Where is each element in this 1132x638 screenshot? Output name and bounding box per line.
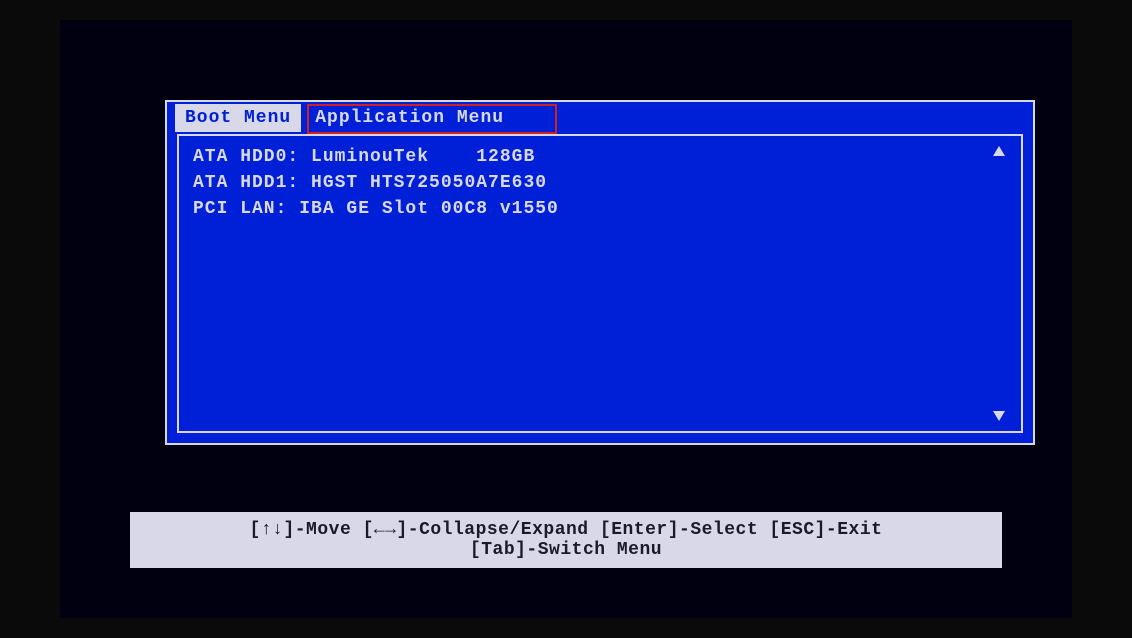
help-bar: [↑↓]-Move [←→]-Collapse/Expand [Enter]-S…	[130, 512, 1002, 568]
bios-window: Boot Menu Application Menu ATA HDD0: Lum…	[165, 100, 1035, 445]
scroll-down-icon[interactable]	[993, 411, 1005, 421]
boot-item-pci-lan[interactable]: PCI LAN: IBA GE Slot 00C8 v1550	[193, 196, 991, 222]
boot-item-ata-hdd0[interactable]: ATA HDD0: LuminouTek 128GB	[193, 144, 991, 170]
boot-device-list: ATA HDD0: LuminouTek 128GB ATA HDD1: HGS…	[193, 144, 991, 423]
boot-item-ata-hdd1[interactable]: ATA HDD1: HGST HTS725050A7E630	[193, 170, 991, 196]
tab-row: Boot Menu Application Menu	[167, 102, 1033, 132]
scrollbar[interactable]	[991, 144, 1007, 423]
boot-device-pane: ATA HDD0: LuminouTek 128GB ATA HDD1: HGS…	[177, 134, 1023, 433]
scroll-up-icon[interactable]	[993, 146, 1005, 156]
tab-boot-menu[interactable]: Boot Menu	[175, 104, 301, 132]
help-line-2: [Tab]-Switch Menu	[470, 540, 662, 560]
help-line-1: [↑↓]-Move [←→]-Collapse/Expand [Enter]-S…	[250, 520, 883, 540]
crt-screen: Boot Menu Application Menu ATA HDD0: Lum…	[60, 20, 1072, 618]
tab-application-menu[interactable]: Application Menu	[305, 104, 514, 132]
